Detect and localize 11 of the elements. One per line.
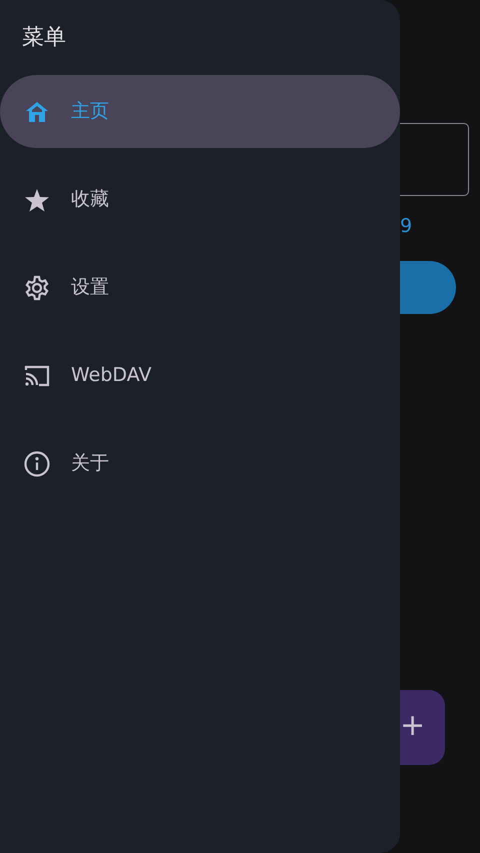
drawer-item[interactable]: 关于 [0,427,400,500]
add-button[interactable]: + [400,690,445,765]
primary-button[interactable] [400,261,456,314]
drawer-item[interactable]: 设置 [0,251,400,324]
info-icon [23,450,51,478]
drawer-title: 菜单 [21,24,67,52]
input-field[interactable] [400,123,469,196]
settings-icon [23,274,51,302]
drawer-item[interactable]: WebDAV [0,339,400,412]
drawer-item[interactable]: 收藏 [0,163,400,236]
helper-text: 9 [400,215,414,237]
